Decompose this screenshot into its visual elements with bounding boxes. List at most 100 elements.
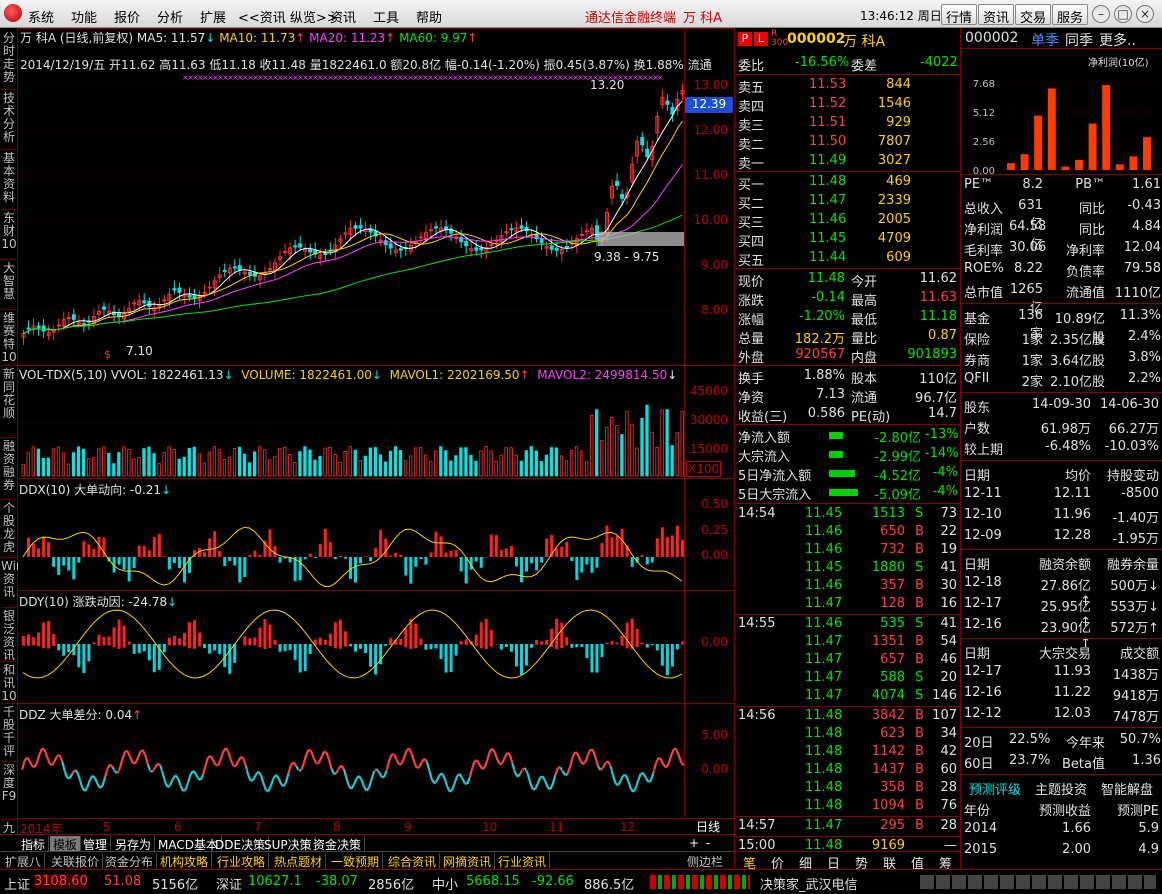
left-tab[interactable]: 大智慧: [1, 260, 17, 310]
ddz-line-segment: [287, 764, 293, 774]
menu-item-help[interactable]: 帮助: [416, 7, 442, 26]
ddz-line-segment: [320, 751, 325, 758]
ddy-bar: [167, 637, 171, 646]
volume-bar: [680, 411, 684, 477]
left-tab[interactable]: 千股千评: [1, 704, 17, 762]
maximize-icon[interactable]: □: [1114, 5, 1132, 23]
menu-item-tools[interactable]: 工具: [373, 7, 399, 26]
cell: 2.2%: [1127, 371, 1161, 386]
tab-inst-strategy[interactable]: 机构攻略: [157, 853, 213, 870]
left-tab[interactable]: 基本资料: [1, 150, 17, 210]
close-icon[interactable]: ×: [1136, 5, 1154, 23]
left-tab[interactable]: 和讯10: [1, 662, 17, 704]
ddz-line-segment: [360, 779, 366, 788]
period-label[interactable]: 日线: [696, 818, 720, 835]
cell: -8500: [1121, 486, 1159, 501]
profit-bar: [1102, 85, 1111, 170]
minimize-icon[interactable]: –: [1092, 5, 1110, 23]
menu-item-function[interactable]: 功能: [71, 7, 97, 26]
tab-fund-dist[interactable]: 资金分布: [102, 853, 158, 870]
volume-bar: [635, 447, 639, 477]
volume-bar: [172, 449, 176, 477]
left-tab[interactable]: 分时走势: [1, 30, 17, 90]
tab-same-quarter[interactable]: 同季: [1065, 30, 1093, 50]
menu-item-analysis[interactable]: 分析: [157, 7, 183, 26]
ddy-bar: [374, 644, 378, 675]
stat-value: 7.13: [816, 387, 845, 402]
tab-general-news[interactable]: 综合资讯: [385, 853, 441, 870]
tab-hot-topics[interactable]: 热点题材: [271, 853, 327, 870]
tick-side: B: [915, 652, 924, 667]
left-tab[interactable]: 融资融券: [1, 438, 17, 500]
inst-row: 保险 1家 2.35亿股 2.4%: [961, 327, 1162, 348]
left-tab[interactable]: Wind资讯: [1, 558, 31, 608]
forecast-tab[interactable]: 智能解盘: [1101, 779, 1153, 798]
level-price: 11.46: [809, 212, 847, 227]
ddx-bar: [208, 538, 212, 557]
stat-label: 内盘: [851, 351, 878, 366]
ddz-line-segment: [259, 774, 265, 784]
ddy-bar: [57, 644, 61, 651]
tab-single-quarter[interactable]: 单季: [1031, 30, 1059, 50]
ddz-line-segment: [393, 754, 398, 761]
divider: [961, 460, 1162, 461]
menu-item-quote[interactable]: 报价: [114, 7, 140, 26]
menu-item-overview[interactable]: <<资讯 纵览>>: [238, 7, 338, 26]
btn-market[interactable]: 行情: [941, 4, 978, 26]
ddz-line-segment: [151, 766, 157, 773]
level-price: 11.49: [809, 153, 847, 168]
ddy-bar: [298, 644, 302, 673]
left-tab[interactable]: 深度F9: [1, 762, 17, 820]
left-tab[interactable]: 个股龙虎: [1, 500, 17, 558]
ddz-line-segment: [174, 774, 179, 779]
tab-more[interactable]: 更多..: [1099, 30, 1136, 50]
tab-digest-news[interactable]: 网摘资讯: [440, 853, 496, 870]
stat-value: 11.62: [919, 271, 957, 286]
ma5-label: MA5: 11.57: [136, 31, 206, 45]
ddz-line-segment: [370, 770, 376, 780]
forecast-tab[interactable]: 主题投资: [1035, 779, 1087, 798]
ddz-line-segment: [617, 780, 622, 786]
tab-industry-strategy[interactable]: 行业攻略: [214, 853, 270, 870]
volume-bar: [167, 446, 171, 477]
ddz-line-segment: [250, 778, 254, 782]
ddz-line-segment: [612, 775, 617, 784]
ddz-line-segment: [476, 759, 481, 766]
tab-industry-news[interactable]: 行业资讯: [495, 853, 551, 870]
zoom-in-button[interactable]: +: [686, 836, 702, 850]
connection-site: 决策家_武汉电信: [760, 878, 858, 893]
ddx-bar: [333, 557, 337, 559]
ddx-bar: [389, 555, 393, 557]
forecast-tab[interactable]: 预测评级: [969, 779, 1021, 798]
menu-item-news[interactable]: 资讯: [330, 7, 356, 26]
zoom-out-button[interactable]: -: [703, 836, 713, 850]
menu-item-extend[interactable]: 扩展: [200, 7, 226, 26]
ddz-line-segment: [584, 754, 589, 763]
volume-bar: [117, 452, 121, 477]
ddz-line-segment: [582, 761, 587, 766]
left-tab[interactable]: 新同花顺: [1, 366, 17, 438]
kline-chart-area[interactable]: × × × × × × × × × × × × × × × × × × × × × × × × × × × × × × × × × × × × × × × ×…: [18, 28, 734, 836]
tick-volume: 128: [880, 596, 905, 611]
stat-label: 量比: [851, 332, 878, 347]
btn-news[interactable]: 资讯: [978, 4, 1015, 26]
ddz-line-segment: [277, 777, 283, 785]
cell: 较上期: [964, 443, 1004, 458]
extension-tab-row: 扩展八 关联报价 资金分布 机构攻略 行业攻略 热点题材 一致预期 综合资讯 网…: [0, 851, 734, 870]
left-tab[interactable]: 银泛资讯: [1, 608, 17, 662]
btn-service[interactable]: 服务: [1052, 4, 1089, 26]
profit-bar: [1143, 137, 1151, 170]
ddz-line-segment: [569, 756, 574, 767]
tick-row: 11.46 732 B 19: [735, 542, 961, 560]
sh-change: 51.08: [104, 874, 142, 889]
left-tab[interactable]: 维赛特10: [1, 310, 17, 366]
btn-trade[interactable]: 交易: [1015, 4, 1052, 26]
left-tab[interactable]: 东财10: [1, 210, 17, 260]
cell: 572万↑: [1110, 621, 1159, 636]
tab-ext8[interactable]: 扩展八: [2, 853, 46, 870]
menu-item-system[interactable]: 系统: [28, 7, 54, 26]
tab-consensus[interactable]: 一致预期: [328, 853, 384, 870]
sidebar-toggle[interactable]: 侧边栏: [684, 853, 726, 870]
left-tab[interactable]: 技术分析: [1, 90, 17, 150]
tab-related-quote[interactable]: 关联报价: [48, 853, 104, 870]
